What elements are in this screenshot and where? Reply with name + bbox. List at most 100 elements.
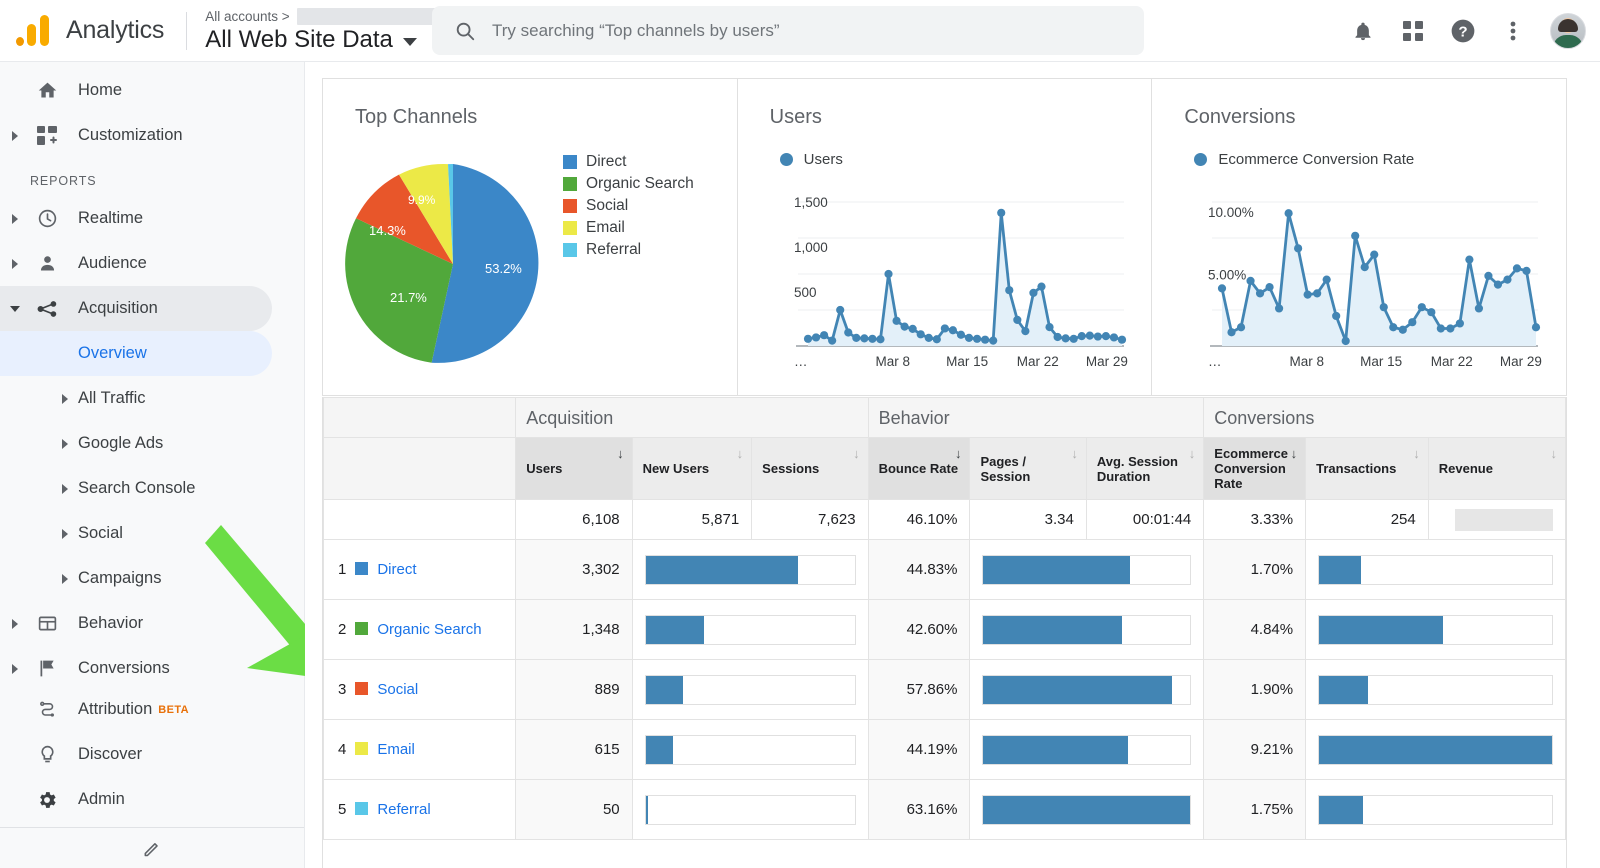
sort-arrow-icon[interactable]: ↓ — [853, 446, 860, 461]
sidebar-item-conversions[interactable]: Conversions — [0, 646, 272, 691]
cell-ecommerce-bar — [1305, 779, 1566, 840]
column-header-sessions[interactable]: Sessions ↓ — [751, 437, 869, 500]
account-breadcrumb[interactable]: All accounts > — [205, 7, 452, 25]
account-selector[interactable]: All accounts > All Web Site Data — [205, 7, 452, 54]
sidebar-item-label: Admin — [78, 790, 125, 808]
sort-arrow-icon[interactable]: ↓ — [1189, 446, 1196, 461]
expand-triangle-icon[interactable] — [0, 258, 30, 269]
sidebar-item-behavior[interactable]: Behavior — [0, 601, 272, 646]
sidebar-item-home[interactable]: Home — [0, 68, 272, 113]
channel-link[interactable]: Social — [377, 681, 418, 698]
legend-item[interactable]: Organic Search — [563, 173, 694, 195]
column-header-users[interactable]: Users ↓ — [515, 437, 633, 500]
channel-link[interactable]: Organic Search — [377, 621, 481, 638]
table-row[interactable]: 5 Referral 50 63.16% 1.75% — [323, 779, 1566, 840]
legend-label: Users — [803, 151, 843, 168]
sort-arrow-icon[interactable]: ↓ — [1413, 446, 1420, 461]
sort-arrow-icon[interactable]: ↓ — [1071, 446, 1078, 461]
sort-arrow-icon[interactable]: ↓ — [1551, 446, 1558, 461]
sidebar-item-admin[interactable]: Admin — [0, 777, 272, 822]
avatar[interactable] — [1550, 13, 1586, 49]
legend-item[interactable]: Direct — [563, 151, 694, 173]
sidebar-item-all-traffic[interactable]: All Traffic — [0, 376, 272, 421]
pie-label-social: 14.3% — [369, 223, 406, 238]
help-icon[interactable]: ? — [1450, 18, 1476, 44]
sort-arrow-icon[interactable]: ↓ — [1291, 446, 1298, 461]
legend-label: Organic Search — [586, 175, 694, 192]
legend-item[interactable]: Email — [563, 217, 694, 239]
chevron-down-icon[interactable] — [402, 37, 417, 46]
more-vert-icon[interactable] — [1500, 18, 1526, 44]
sidebar-subitem-label: Overview — [78, 344, 147, 362]
pie-label-organic: 21.7% — [390, 290, 427, 305]
search-bar[interactable] — [432, 6, 1144, 55]
sort-arrow-icon[interactable]: ↓ — [617, 446, 624, 461]
sidebar-item-realtime[interactable]: Realtime — [0, 196, 272, 241]
sidebar-item-label: Discover — [78, 745, 143, 763]
column-header-revenue[interactable]: Revenue ↓ — [1427, 437, 1566, 500]
legend-item[interactable]: Referral — [563, 239, 694, 261]
sidebar-item-audience[interactable]: Audience — [0, 241, 272, 286]
property-view-name-row[interactable]: All Web Site Data — [205, 26, 451, 54]
expand-triangle-icon[interactable] — [62, 573, 68, 584]
legend-item[interactable]: Social — [563, 195, 694, 217]
channel-link[interactable]: Email — [377, 741, 415, 758]
summary-bounce-rate: 46.10% — [867, 499, 971, 540]
sidebar-item-search-console[interactable]: Search Console — [0, 466, 272, 511]
expand-triangle-icon[interactable] — [62, 393, 68, 404]
expand-triangle-icon[interactable] — [0, 130, 30, 141]
bell-icon[interactable] — [1350, 18, 1376, 44]
users-card: Users Users 500 1,000 1,500 … Mar 8 Mar 15 Mar… — [736, 79, 1152, 395]
breadcrumb-label: All accounts > — [205, 8, 290, 24]
summary-users: 6,108 — [515, 499, 633, 540]
column-header-transactions[interactable]: Transactions ↓ — [1305, 437, 1429, 500]
sort-arrow-icon[interactable]: ↓ — [737, 446, 744, 461]
sidebar-item-campaigns[interactable]: Campaigns — [0, 556, 272, 601]
legend-label: Ecommerce Conversion Rate — [1218, 151, 1415, 168]
conversions-legend[interactable]: Ecommerce Conversion Rate — [1194, 151, 1414, 168]
table-row[interactable]: 4 Email 615 44.19% 9.21% — [323, 719, 1566, 780]
expand-triangle-icon[interactable] — [62, 438, 68, 449]
collapse-triangle-icon[interactable] — [0, 305, 30, 312]
home-icon — [30, 80, 64, 101]
expand-triangle-icon[interactable] — [0, 213, 30, 224]
apps-grid-icon[interactable] — [1400, 18, 1426, 44]
legend-label: Social — [586, 197, 629, 214]
column-header-new-users[interactable]: New Users ↓ — [631, 437, 753, 500]
sort-arrow-icon[interactable]: ↓ — [955, 446, 962, 461]
table-row[interactable]: 3 Social 889 57.86% 1.90% — [323, 659, 1566, 720]
sidebar-item-social[interactable]: Social — [0, 511, 272, 556]
bar-fill — [645, 615, 705, 644]
sidebar-item-attribution[interactable]: Attribution BETA — [0, 687, 272, 732]
expand-triangle-icon[interactable] — [62, 483, 68, 494]
legend-swatch-social — [563, 199, 577, 213]
column-header-ecommerce-conversion-rate[interactable]: Ecommerce Conversion Rate ↓ — [1203, 437, 1307, 500]
channel-link[interactable]: Direct — [377, 561, 416, 578]
sidebar-item-discover[interactable]: Discover — [0, 732, 272, 777]
expand-triangle-icon[interactable] — [0, 663, 30, 674]
sidebar-item-google-ads[interactable]: Google Ads — [0, 421, 272, 466]
search-input[interactable] — [492, 20, 1112, 41]
bar-track — [1318, 554, 1553, 585]
expand-triangle-icon[interactable] — [62, 528, 68, 539]
channel-link[interactable]: Referral — [377, 801, 430, 818]
channel-name-cell: 3 Social — [323, 659, 517, 720]
main-content: Top Channels 53.2% 21.7% 14.3% 9.9% Dire… — [305, 62, 1600, 868]
column-header-pages-per-session[interactable]: Pages / Session ↓ — [969, 437, 1087, 500]
users-legend[interactable]: Users — [779, 151, 843, 168]
column-header-avg-session-duration[interactable]: Avg. Session Duration ↓ — [1085, 437, 1205, 500]
bar-fill — [645, 735, 673, 764]
table-row[interactable]: 1 Direct 3,302 44.83% 1.70% — [323, 539, 1566, 600]
edit-pencil-button[interactable] — [0, 828, 304, 868]
svg-text:1,000: 1,000 — [794, 240, 828, 255]
column-header-bounce-rate[interactable]: Bounce Rate ↓ — [867, 437, 971, 500]
sidebar-item-customization[interactable]: Customization — [0, 113, 272, 158]
cell-ecommerce-bar — [1305, 599, 1566, 660]
expand-triangle-icon[interactable] — [0, 618, 30, 629]
beta-badge: BETA — [158, 703, 190, 716]
sidebar-item-overview[interactable]: Overview — [0, 331, 272, 376]
redacted-revenue — [1455, 508, 1553, 531]
table-row[interactable]: 2 Organic Search 1,348 42.60% 4.84% — [323, 599, 1566, 660]
sidebar-item-acquisition[interactable]: Acquisition — [0, 286, 272, 331]
cell-ecommerce-bar — [1305, 719, 1566, 780]
